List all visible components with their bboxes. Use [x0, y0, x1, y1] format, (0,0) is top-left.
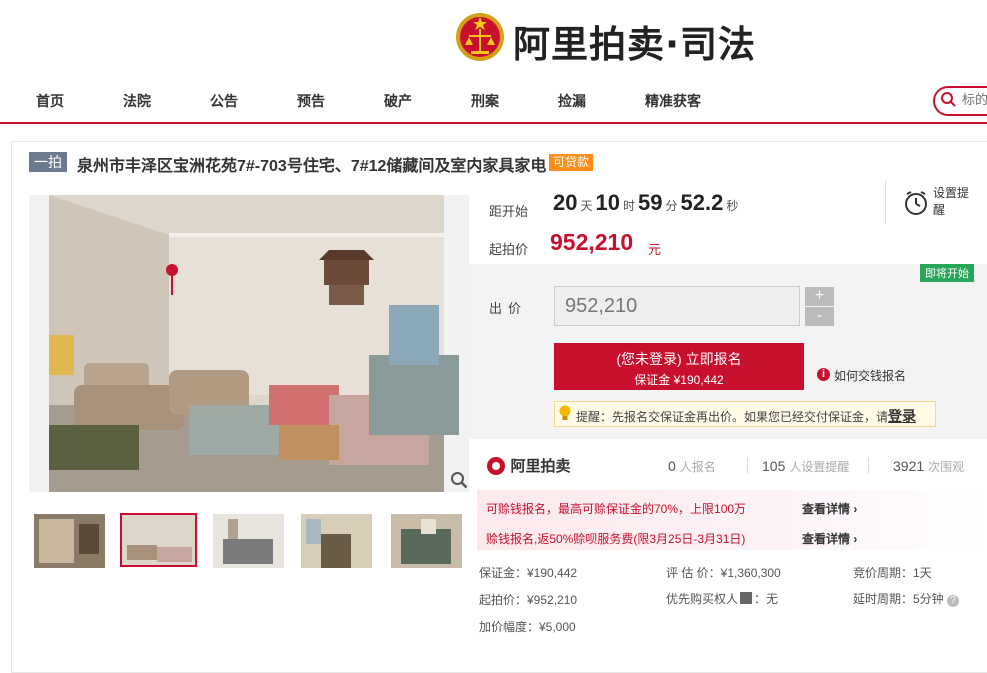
- thumbnail-5-image: [391, 514, 462, 568]
- nav-preview[interactable]: 预告: [297, 91, 325, 111]
- search-input[interactable]: [962, 90, 987, 108]
- auction-round-tag: 一拍: [29, 152, 67, 172]
- countdown-minutes-unit: 分: [665, 199, 678, 213]
- nav-bankruptcy[interactable]: 破产: [384, 91, 412, 111]
- ali-auction-logo-icon: [487, 456, 505, 475]
- reminder-count-label: 人设置提醒: [789, 460, 850, 474]
- signup-now-button[interactable]: (您未登录) 立即报名 保证金 ¥190,442: [554, 343, 804, 390]
- priority-buyer-info: 优先购买权人 ：无: [666, 590, 778, 607]
- site-logo-text[interactable]: 阿里拍卖·司法: [513, 14, 756, 68]
- countdown-hours-unit: 时: [622, 199, 635, 213]
- zoom-magnifier-icon[interactable]: [450, 471, 468, 489]
- countdown-label: 距开始: [489, 204, 529, 219]
- bid-increase-button[interactable]: +: [805, 287, 834, 306]
- ali-auction-brand-text: 阿里拍卖: [510, 458, 571, 475]
- start-price-value: 952,210: [550, 229, 634, 255]
- bidding-cycle-info: 竞价周期：1天: [853, 566, 932, 580]
- auction-title: 泉州市丰泽区宝洲花苑7#-703号住宅、7#12储藏间及室内家具家电: [77, 158, 547, 175]
- promo-details-link-2[interactable]: 查看详情 ›: [802, 530, 857, 547]
- alarm-clock-icon[interactable]: [903, 190, 929, 216]
- bid-amount-input[interactable]: [554, 286, 800, 326]
- reminder-count: 105 人设置提醒: [762, 458, 849, 476]
- signup-count: 0 人报名: [668, 458, 716, 476]
- lightbulb-icon: [559, 405, 571, 420]
- delay-cycle-text: 延时周期：5分钟: [853, 592, 944, 606]
- nav-customer-acquisition[interactable]: 精准获客: [645, 91, 701, 111]
- nav-court[interactable]: 法院: [123, 91, 151, 111]
- promo-details-link-2-label: 查看详情: [802, 532, 851, 546]
- priority-buyer-label: 优先购买权人: [666, 592, 739, 606]
- priority-buyer-badge-icon: [740, 592, 753, 604]
- info-icon: i: [817, 368, 830, 381]
- start-price-label: 起拍价: [489, 242, 529, 257]
- thumbnail-4-image: [301, 514, 372, 568]
- status-badge: 即将开始: [920, 264, 974, 282]
- nav-home[interactable]: 首页: [36, 91, 64, 111]
- main-nav: 首页 法院 公告 预告 破产 刑案 捡漏 精准获客: [0, 78, 987, 124]
- chevron-right-icon: ›: [853, 502, 858, 516]
- thumbnail-2-selected[interactable]: [120, 513, 197, 567]
- thumbnail-1[interactable]: [34, 514, 105, 568]
- set-reminder-button[interactable]: 设置提醒: [933, 185, 973, 219]
- search-icon[interactable]: [940, 91, 956, 107]
- thumbnail-2-image: [122, 515, 195, 565]
- thumbnail-1-image: [34, 514, 105, 568]
- court-emblem-logo: [456, 13, 504, 61]
- divider: [885, 180, 886, 224]
- login-tip: 提醒：先报名交保证金再出价。如果您已经交付保证金，请登录: [576, 406, 916, 426]
- bid-label: 出价: [489, 301, 528, 316]
- signup-count-value: 0: [668, 458, 676, 474]
- nav-announcement[interactable]: 公告: [210, 91, 238, 111]
- room-photo-illustration: [29, 195, 469, 492]
- divider: [747, 458, 748, 474]
- promo-details-link-1-label: 查看详情: [802, 502, 851, 516]
- start-price-unit: 元: [648, 242, 662, 257]
- promo-line-1: 可赊钱报名，最高可赊保证金的70%，上限100万: [486, 502, 747, 516]
- bid-decrease-button[interactable]: -: [805, 307, 834, 326]
- countdown-days-unit: 天: [580, 199, 593, 213]
- thumbnail-5[interactable]: [391, 514, 462, 568]
- countdown-seconds-unit: 秒: [726, 199, 739, 213]
- loan-available-badge: 可贷款: [549, 154, 594, 171]
- thumbnail-4[interactable]: [301, 514, 372, 568]
- signup-count-label: 人报名: [679, 460, 716, 474]
- login-tip-text: 提醒：先报名交保证金再出价。如果您已经交付保证金，请: [576, 410, 889, 424]
- signup-button-label: (您未登录) 立即报名: [616, 351, 742, 367]
- countdown-timer: 20 天 10 时 59 分 52.2 秒: [553, 190, 741, 216]
- countdown-hours: 10: [595, 190, 620, 215]
- thumbnail-3[interactable]: [213, 514, 284, 568]
- increment-info: 加价幅度：¥5,000: [479, 620, 576, 634]
- nav-criminal[interactable]: 刑案: [471, 91, 499, 111]
- main-property-photo[interactable]: [29, 195, 469, 492]
- reminder-count-value: 105: [762, 458, 786, 474]
- delay-cycle-info: 延时周期：5分钟 ?: [853, 590, 960, 607]
- start-price-info: 起拍价：¥952,210: [479, 593, 578, 607]
- nav-bargain[interactable]: 捡漏: [558, 91, 586, 111]
- login-link[interactable]: 登录: [888, 408, 916, 424]
- chevron-right-icon: ›: [853, 532, 858, 546]
- ali-auction-brand: 阿里拍卖: [486, 455, 570, 476]
- deposit-info: 保证金：¥190,442: [479, 566, 578, 580]
- signup-deposit-label: 保证金 ¥190,442: [634, 373, 724, 387]
- help-question-icon[interactable]: ?: [947, 595, 960, 607]
- promo-details-link-1[interactable]: 查看详情 ›: [802, 500, 857, 517]
- thumbnail-3-image: [213, 514, 284, 568]
- countdown-minutes: 59: [638, 190, 663, 215]
- countdown-days: 20: [553, 190, 578, 215]
- view-count: 3921 次围观: [893, 458, 964, 476]
- how-to-pay-link[interactable]: 如何交钱报名: [834, 367, 906, 384]
- countdown-seconds: 52.2: [680, 190, 724, 215]
- divider: [868, 458, 869, 474]
- view-count-label: 次围观: [928, 460, 965, 474]
- promo-line-2: 赊钱报名,返50%赊呗服务费(限3月25日-3月31日): [486, 532, 746, 546]
- priority-buyer-value: ：无: [754, 592, 779, 606]
- view-count-value: 3921: [893, 458, 925, 474]
- appraisal-info: 评 估 价：¥1,360,300: [666, 566, 781, 580]
